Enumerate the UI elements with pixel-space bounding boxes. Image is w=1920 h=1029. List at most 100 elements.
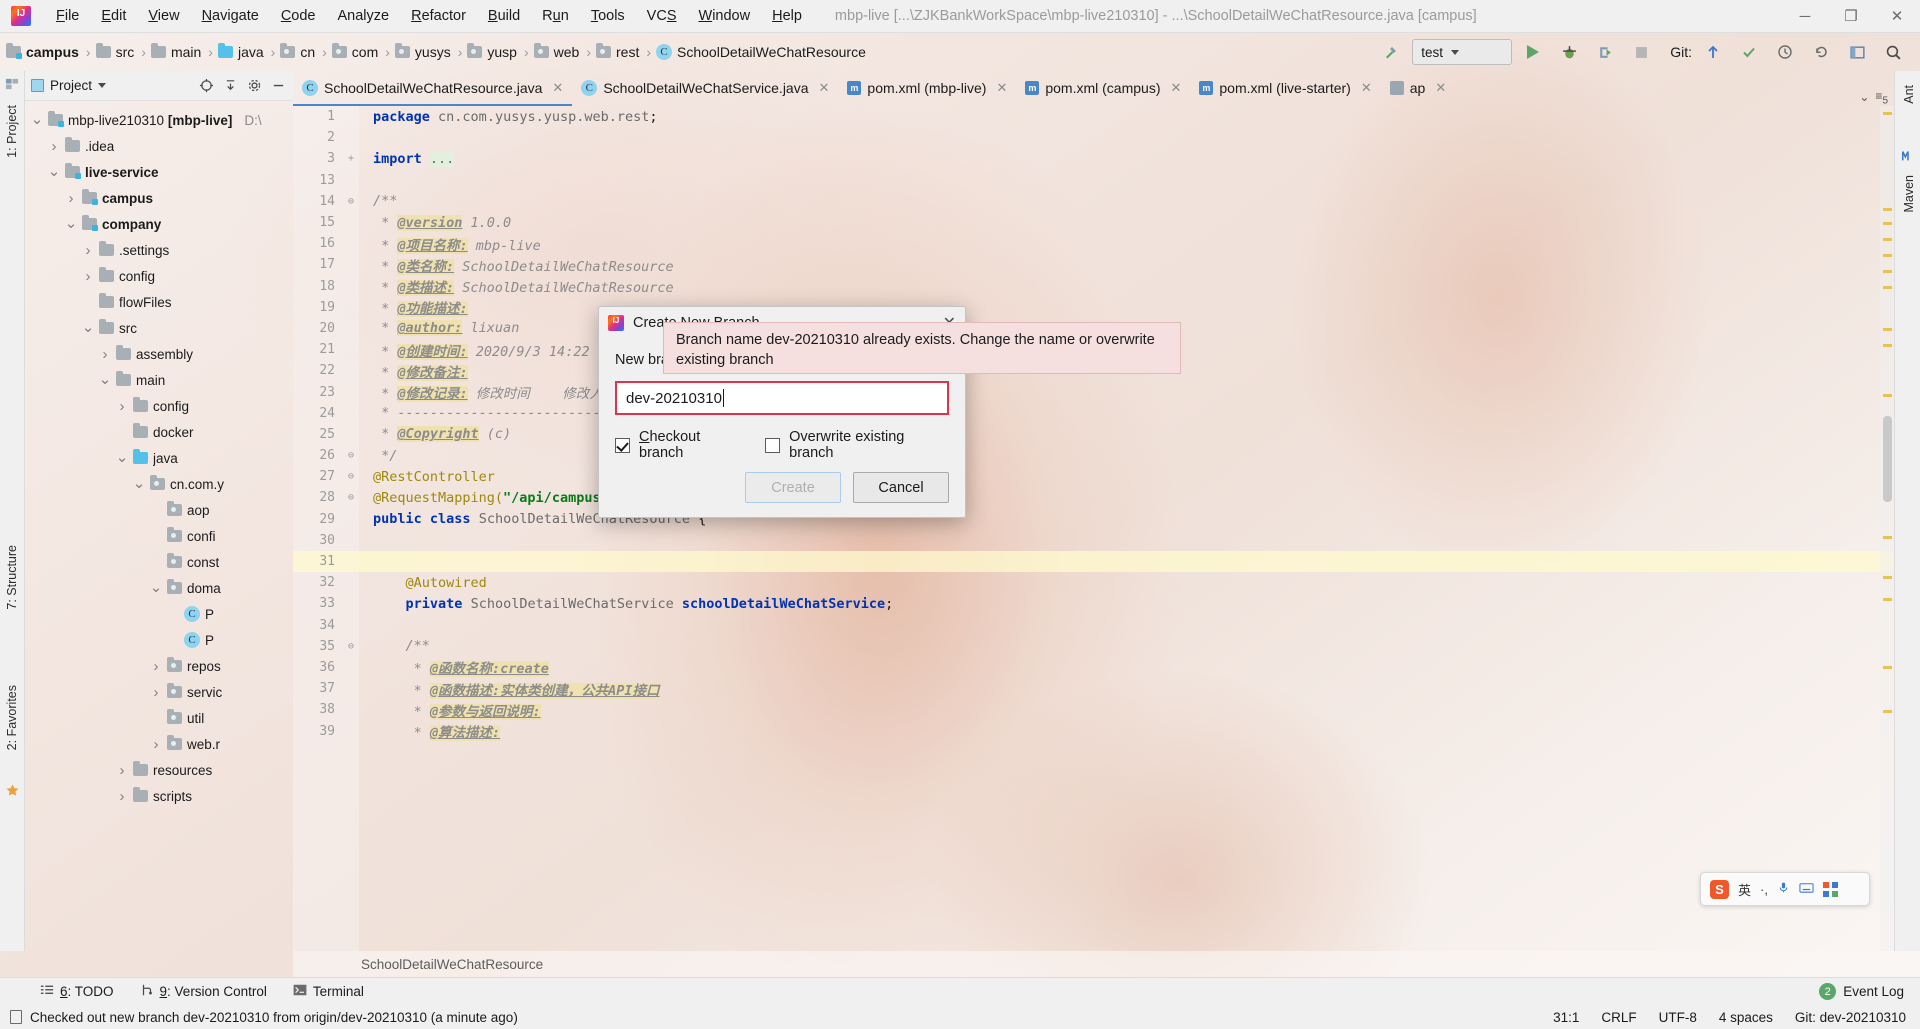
chevron-right-icon[interactable]: ›	[150, 736, 162, 753]
code-line[interactable]: 35 ⊖ /**	[293, 636, 1894, 657]
chevron-right-icon[interactable]: ›	[150, 658, 162, 675]
chevron-down-icon[interactable]: ⌄	[116, 450, 129, 465]
code-line[interactable]: 32 @Autowired	[293, 572, 1894, 593]
tree-node-confi[interactable]: confi	[25, 523, 293, 549]
keyboard-icon[interactable]	[1799, 881, 1814, 897]
chevron-down-icon[interactable]: ⌄	[99, 372, 112, 387]
fold-marker-icon[interactable]: ⊖	[343, 450, 359, 461]
breadcrumb-item-cn[interactable]: cn	[278, 42, 319, 62]
chevron-right-icon[interactable]: ›	[99, 346, 111, 363]
code-line[interactable]: 28 ⊖ @RequestMapping("/api/campus")	[293, 487, 1894, 508]
editor-scrollbar[interactable]	[1880, 106, 1894, 951]
code-line[interactable]: 17 * @类名称: SchoolDetailWeChatResource	[293, 254, 1894, 275]
tree-node-const[interactable]: const	[25, 549, 293, 575]
editor-tab-pom-xml-campus-[interactable]: m pom.xml (campus) ✕	[1016, 71, 1190, 106]
close-icon[interactable]: ✕	[996, 80, 1007, 96]
tab-list-icon[interactable]: ≡5	[1875, 89, 1888, 106]
code-line[interactable]: 3 + import ...	[293, 148, 1894, 169]
status-message-group[interactable]: Checked out new branch dev-20210310 from…	[10, 1010, 518, 1025]
menu-item-refactor[interactable]: Refactor	[400, 4, 477, 28]
hide-panel-icon[interactable]	[269, 77, 287, 95]
editor-tab-schooldetailwechatservice-java[interactable]: C SchoolDetailWeChatService.java ✕	[572, 71, 838, 106]
settings-gear-icon[interactable]	[245, 77, 263, 95]
locate-icon[interactable]	[197, 77, 215, 95]
tree-node-company[interactable]: ⌄ company	[25, 211, 293, 237]
editor-tab-pom-xml-mbp-live-[interactable]: m pom.xml (mbp-live) ✕	[838, 71, 1016, 106]
code-line[interactable]: 19 * @功能描述:	[293, 297, 1894, 318]
chevron-down-icon[interactable]	[98, 83, 107, 88]
tree-node-assembly[interactable]: › assembly	[25, 341, 293, 367]
tree-node-flowfiles[interactable]: flowFiles	[25, 289, 293, 315]
menu-item-help[interactable]: Help	[761, 4, 813, 28]
sidebar-item-structure[interactable]: 7: Structure	[3, 541, 21, 614]
git-rollback-icon[interactable]	[1806, 39, 1836, 65]
build-hammer-icon[interactable]	[1376, 39, 1406, 65]
editor-breadcrumb[interactable]: SchoolDetailWeChatResource	[293, 951, 1894, 977]
editor-tab-schooldetailwechatresource-java[interactable]: C SchoolDetailWeChatResource.java ✕	[293, 71, 573, 106]
caret-position[interactable]: 31:1	[1553, 1010, 1579, 1025]
fold-marker-icon[interactable]: ⊖	[343, 492, 359, 503]
code-line[interactable]: 27 ⊖ @RestController	[293, 466, 1894, 487]
debug-icon[interactable]	[1554, 39, 1584, 65]
code-line[interactable]: 13	[293, 170, 1894, 191]
breadcrumb-item-yusys[interactable]: yusys	[393, 42, 455, 62]
file-encoding[interactable]: UTF-8	[1659, 1010, 1697, 1025]
editor-tab-ap[interactable]: ap ✕	[1381, 71, 1455, 106]
code-line[interactable]: 30	[293, 530, 1894, 551]
mic-icon[interactable]	[1777, 881, 1790, 897]
breadcrumb-item-campus[interactable]: campus	[4, 42, 83, 62]
code-line[interactable]: 29 public class SchoolDetailWeChatResourc…	[293, 509, 1894, 530]
editor-tabs-overflow[interactable]: ⌄ ≡5	[1859, 89, 1894, 106]
tree-node-web-r[interactable]: › web.r	[25, 731, 293, 757]
cancel-button[interactable]: Cancel	[853, 472, 949, 503]
code-line[interactable]: 25 * @Copyright (c)	[293, 424, 1894, 445]
chevron-right-icon[interactable]: ›	[116, 398, 128, 415]
chevron-down-icon[interactable]: ⌄	[82, 320, 95, 335]
breadcrumb-item-main[interactable]: main	[149, 42, 205, 62]
tree-node-main[interactable]: ⌄ main	[25, 367, 293, 393]
input-method-toolbar[interactable]: S 英 ·,	[1700, 872, 1870, 906]
bottom-item-todo[interactable]: 6: TODO	[40, 983, 114, 1000]
checkout-branch-checkbox[interactable]	[615, 437, 630, 453]
chevron-right-icon[interactable]: ›	[48, 138, 60, 155]
breadcrumb-item-java[interactable]: java	[216, 42, 268, 62]
ime-mode-label[interactable]: 英	[1738, 880, 1751, 899]
chevron-down-icon[interactable]: ⌄	[1859, 90, 1869, 104]
close-icon[interactable]: ✕	[1170, 80, 1181, 96]
tree-node-repos[interactable]: › repos	[25, 653, 293, 679]
search-everywhere-icon[interactable]	[1878, 39, 1908, 65]
git-commit-icon[interactable]	[1734, 39, 1764, 65]
chevron-down-icon[interactable]: ⌄	[31, 112, 44, 127]
code-line[interactable]: 33 private SchoolDetailWeChatService sch…	[293, 593, 1894, 614]
tree-node-campus[interactable]: › campus	[25, 185, 293, 211]
code-line[interactable]: 2	[293, 127, 1894, 148]
overwrite-existing-branch-label[interactable]: Overwrite existing branch	[789, 429, 949, 461]
tree-node-servic[interactable]: › servic	[25, 679, 293, 705]
close-icon[interactable]: ✕	[552, 80, 563, 96]
breadcrumb-item-com[interactable]: com	[330, 42, 382, 62]
menu-item-window[interactable]: Window	[688, 4, 762, 28]
chevron-right-icon[interactable]: ›	[82, 242, 94, 259]
breadcrumb-item-yusp[interactable]: yusp	[465, 42, 521, 62]
code-line[interactable]: 36 * @函数名称:create	[293, 657, 1894, 678]
code-line[interactable]: 15 * @version 1.0.0	[293, 212, 1894, 233]
fold-marker-icon[interactable]: ⊖	[343, 641, 359, 652]
close-icon[interactable]: ✕	[1435, 80, 1446, 96]
chevron-right-icon[interactable]: ›	[82, 268, 94, 285]
chevron-down-icon[interactable]: ⌄	[133, 476, 146, 491]
menu-item-analyze[interactable]: Analyze	[327, 4, 401, 28]
code-line[interactable]: 16 * @项目名称: mbp-live	[293, 233, 1894, 254]
maximize-restore-button[interactable]: ❐	[1828, 0, 1874, 33]
code-line[interactable]: 14 ⊖ /**	[293, 191, 1894, 212]
code-content[interactable]: 1 package cn.com.yusys.yusp.web.rest; 2 3 + i…	[293, 106, 1894, 951]
tree-node-java[interactable]: ⌄ java	[25, 445, 293, 471]
event-log-button[interactable]: 2 Event Log	[1819, 983, 1920, 1000]
sidebar-item-ant[interactable]: Ant	[1900, 81, 1918, 108]
breadcrumb-item-rest[interactable]: rest	[594, 42, 643, 62]
tree-node-aop[interactable]: aop	[25, 497, 293, 523]
tree-node-p[interactable]: CP	[25, 601, 293, 627]
code-line[interactable]: 23 * @修改记录: 修改时间 修改人员	[293, 381, 1894, 403]
code-line[interactable]: 39 * @算法描述:	[293, 720, 1894, 742]
chevron-right-icon[interactable]: ›	[116, 788, 128, 805]
scrollbar-thumb[interactable]	[1883, 416, 1892, 502]
